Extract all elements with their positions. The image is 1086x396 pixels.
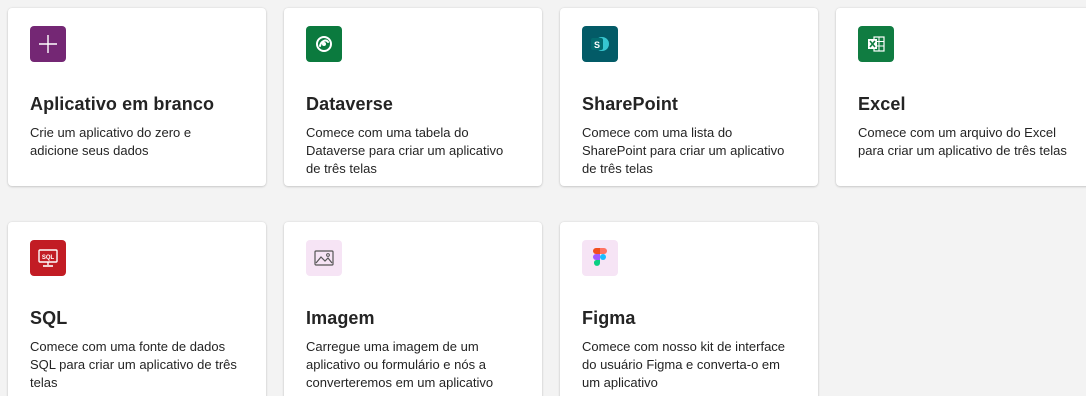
card-sql[interactable]: SQL SQL Comece com uma fonte de dados SQ… — [8, 222, 266, 396]
create-app-card-grid: Aplicativo em branco Crie um aplicativo … — [0, 0, 1086, 396]
card-sharepoint[interactable]: S SharePoint Comece com uma lista do Sha… — [560, 8, 818, 186]
card-title: Dataverse — [306, 94, 393, 114]
card-title: Figma — [582, 308, 636, 328]
svg-text:S: S — [594, 40, 600, 50]
card-title: Aplicativo em branco — [30, 94, 215, 114]
card-description: Comece com um arquivo do Excel para cria… — [858, 125, 1067, 158]
card-description: Comece com uma lista do SharePoint para … — [582, 125, 785, 176]
card-title: Imagem — [306, 308, 375, 328]
card-blank-app[interactable]: Aplicativo em branco Crie um aplicativo … — [8, 8, 266, 186]
svg-text:SQL: SQL — [42, 255, 55, 261]
card-description: Comece com uma fonte de dados SQL para c… — [30, 339, 237, 390]
card-description: Carregue uma imagem de um aplicativo ou … — [306, 339, 494, 390]
card-title: Excel — [858, 94, 906, 114]
card-title: SharePoint — [582, 94, 679, 114]
card-description: Comece com nosso kit de interface do usu… — [582, 339, 786, 390]
figma-icon — [582, 240, 618, 276]
card-image[interactable]: Imagem Carregue uma imagem de um aplicat… — [284, 222, 542, 396]
sharepoint-icon: S — [582, 26, 618, 62]
card-figma[interactable]: Figma Comece com nosso kit de interface … — [560, 222, 818, 396]
dataverse-icon — [306, 26, 342, 62]
card-description: Crie um aplicativo do zero e adicione se… — [30, 125, 192, 158]
excel-icon — [858, 26, 894, 62]
card-title: SQL — [30, 308, 68, 328]
card-excel[interactable]: Excel Comece com um arquivo do Excel par… — [836, 8, 1086, 186]
sql-icon: SQL — [30, 240, 66, 276]
plus-icon — [30, 26, 66, 62]
card-description: Comece com uma tabela do Dataverse para … — [306, 125, 504, 176]
image-icon — [306, 240, 342, 276]
card-dataverse[interactable]: Dataverse Comece com uma tabela do Datav… — [284, 8, 542, 186]
